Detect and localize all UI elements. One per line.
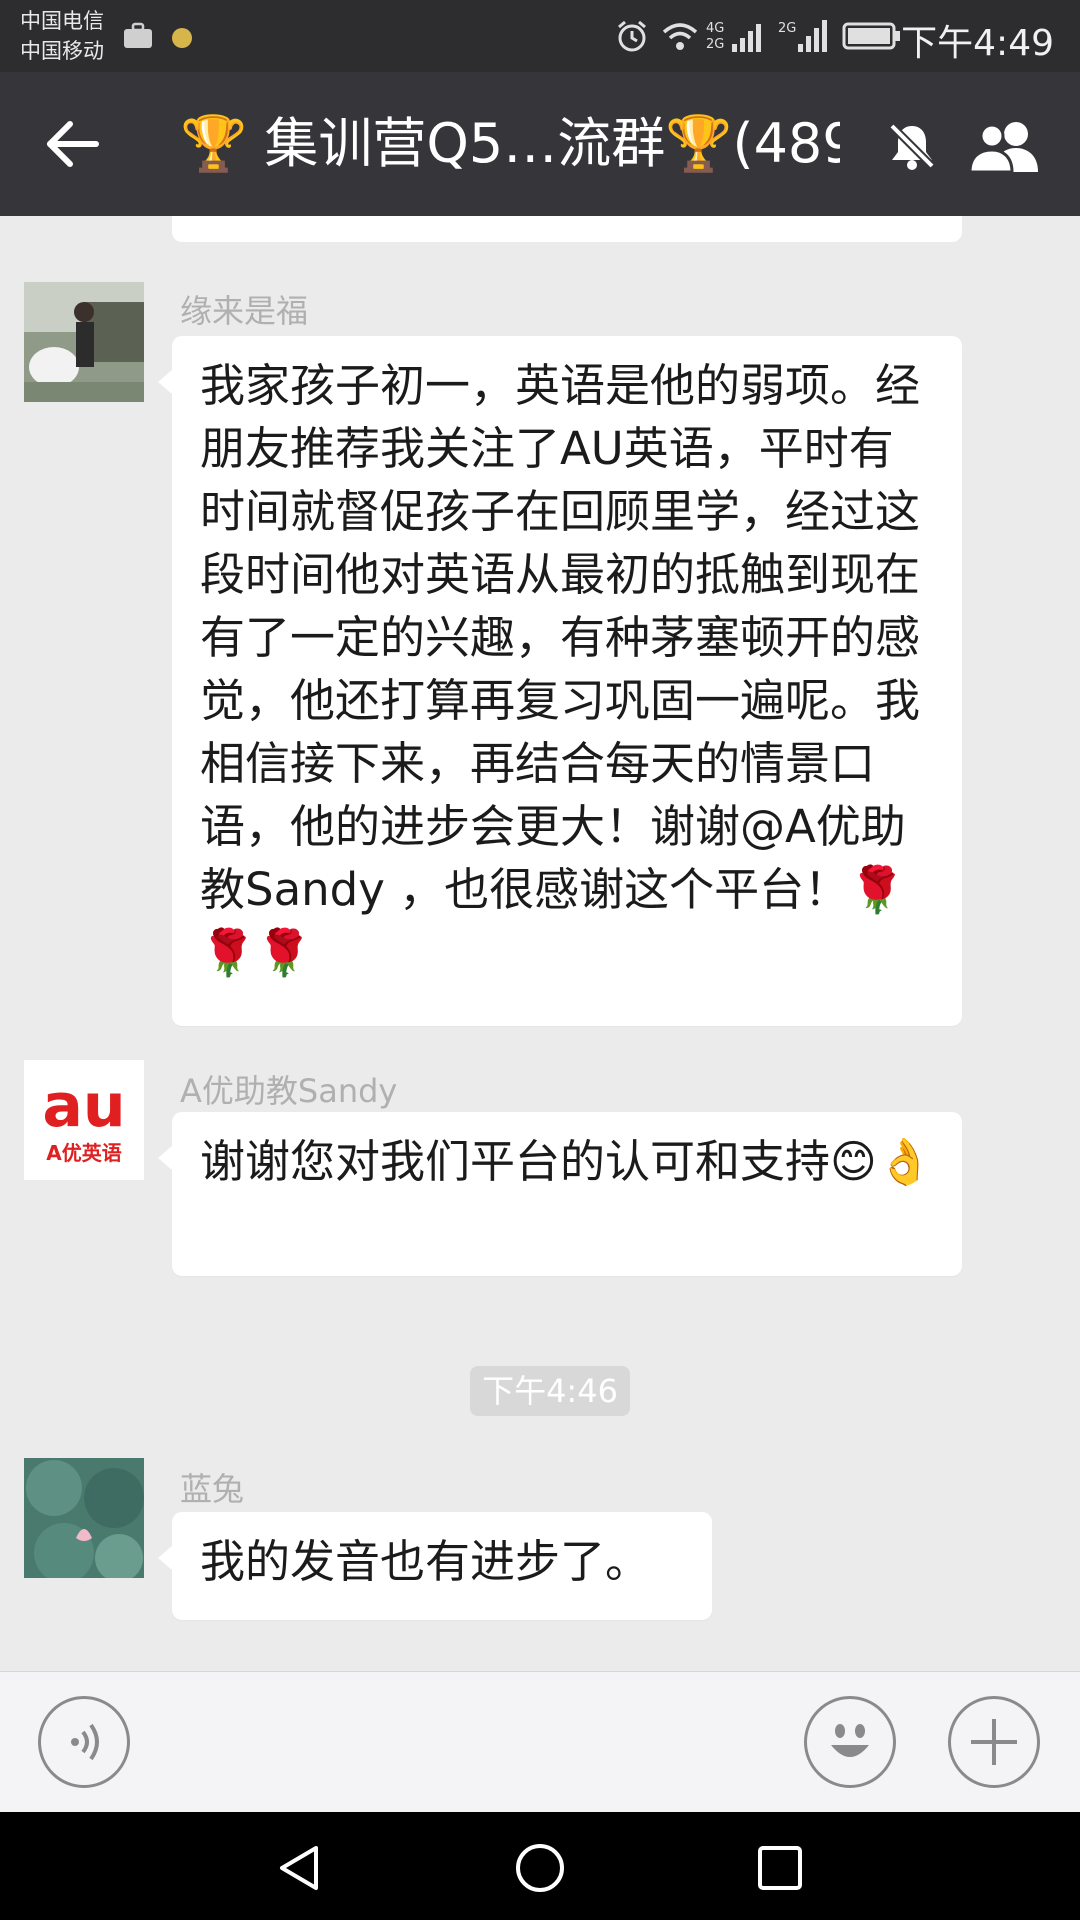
svg-text:2G: 2G <box>706 37 724 52</box>
message-bubble[interactable]: 我的发音也有进步了。 <box>158 1512 712 1620</box>
timestamp: 下午4:46 <box>470 1366 630 1416</box>
nav-recent-icon[interactable] <box>752 1840 808 1896</box>
chat-message-list[interactable]: 缘来是福 我家孩子初一，英语是他的弱项。经朋友推荐我关注了AU英语，平时有时间就… <box>0 216 1080 1671</box>
mute-bell-icon[interactable] <box>884 118 940 174</box>
voice-icon <box>71 1723 99 1761</box>
carrier-1: 中国电信 <box>20 9 104 33</box>
avatar-photo <box>24 1458 144 1578</box>
nav-back-icon[interactable] <box>272 1840 328 1896</box>
chat-title: 🏆 集训营Q5…流群🏆(489) <box>180 112 840 175</box>
previous-message-bubble <box>172 216 962 242</box>
sender-name: 缘来是福 <box>180 292 309 330</box>
avatar[interactable] <box>24 1458 144 1578</box>
chat-header: 🏆 集训营Q5…流群🏆(489) <box>0 72 1080 216</box>
avatar-photo <box>24 282 144 402</box>
svg-text:4G: 4G <box>706 21 724 36</box>
sender-name: A优助教Sandy <box>180 1072 398 1110</box>
group-members-icon[interactable] <box>966 118 1050 174</box>
sender-name: 蓝兔 <box>180 1470 245 1508</box>
svg-text:2G: 2G <box>778 21 796 36</box>
status-bar: 中国电信 中国移动 4G 2G 2G 下午4:49 <box>0 0 1080 72</box>
input-bar <box>0 1671 1080 1813</box>
au-logo-icon: au A优英语 <box>24 1060 144 1180</box>
signal-2g-icon: 2G <box>778 20 827 52</box>
avatar-logo-text: au <box>42 1071 125 1141</box>
notification-dot <box>172 28 192 48</box>
briefcase-icon <box>124 22 152 48</box>
nav-home-icon[interactable] <box>512 1840 568 1896</box>
system-nav-bar <box>0 1812 1080 1920</box>
signal-4g-icon: 4G 2G <box>706 21 761 52</box>
emoji-button[interactable] <box>804 1696 896 1788</box>
voice-button[interactable] <box>38 1696 130 1788</box>
avatar[interactable]: au A优英语 <box>24 1060 144 1180</box>
alarm-icon <box>618 20 646 52</box>
plus-icon <box>971 1719 1017 1765</box>
emoji-icon <box>831 1724 869 1757</box>
avatar[interactable] <box>24 282 144 402</box>
carrier-labels: 中国电信 中国移动 <box>20 6 104 66</box>
more-button[interactable] <box>948 1696 1040 1788</box>
back-arrow-icon[interactable] <box>40 112 104 176</box>
battery-icon <box>842 22 900 50</box>
wifi-icon <box>662 23 698 50</box>
status-time: 下午4:49 <box>901 23 1054 64</box>
avatar-caption: A优英语 <box>46 1141 121 1165</box>
message-bubble[interactable]: 谢谢您对我们平台的认可和支持😊👌 <box>158 1112 962 1276</box>
carrier-2: 中国移动 <box>20 39 104 63</box>
message-bubble[interactable]: 我家孩子初一，英语是他的弱项。经朋友推荐我关注了AU英语，平时有时间就督促孩子在… <box>158 336 962 1026</box>
